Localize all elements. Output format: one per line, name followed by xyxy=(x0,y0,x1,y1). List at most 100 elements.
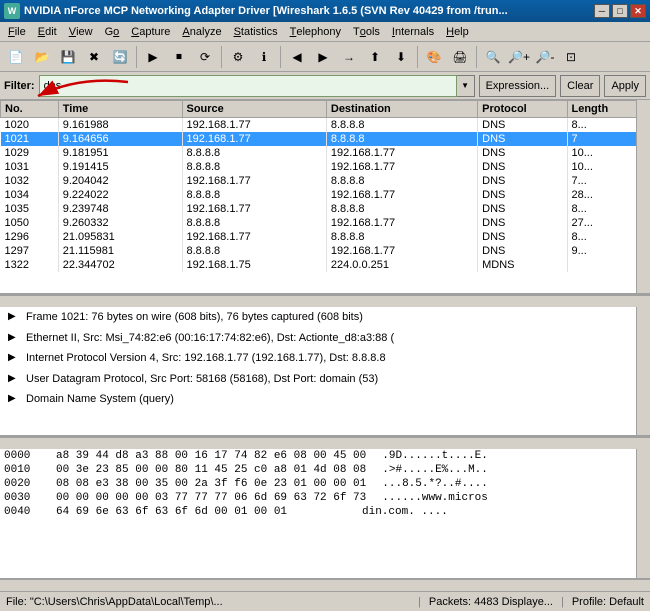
expand-icon[interactable]: ▶ xyxy=(8,391,20,406)
detail-text: Internet Protocol Version 4, Src: 192.16… xyxy=(26,350,386,367)
table-row[interactable]: 1031 9.191415 8.8.8.8 192.168.1.77 DNS 1… xyxy=(1,160,650,174)
cell-src: 192.168.1.77 xyxy=(182,118,326,133)
tb-restart-btn[interactable]: ⟳ xyxy=(193,45,217,69)
tb-zoom-normal[interactable]: ⊡ xyxy=(559,45,583,69)
table-row[interactable]: 1035 9.239748 192.168.1.77 8.8.8.8 DNS 8… xyxy=(1,202,650,216)
detail-row[interactable]: ▶Ethernet II, Src: Msi_74:82:e6 (00:16:1… xyxy=(0,328,650,349)
cell-proto: DNS xyxy=(478,174,567,188)
maximize-button[interactable]: □ xyxy=(612,4,628,18)
detail-hscroll[interactable] xyxy=(0,437,650,449)
col-header-proto[interactable]: Protocol xyxy=(478,101,567,118)
tb-info-btn[interactable]: ℹ xyxy=(252,45,276,69)
table-row[interactable]: 1034 9.224022 8.8.8.8 192.168.1.77 DNS 2… xyxy=(1,188,650,202)
detail-text: Frame 1021: 76 bytes on wire (608 bits),… xyxy=(26,309,363,326)
cell-no: 1322 xyxy=(1,258,59,272)
table-row[interactable]: 1050 9.260332 8.8.8.8 192.168.1.77 DNS 2… xyxy=(1,216,650,230)
minimize-button[interactable]: ─ xyxy=(594,4,610,18)
tb-reload-btn[interactable]: 🔄 xyxy=(108,45,132,69)
app-icon: W xyxy=(4,3,20,19)
filter-bar: Filter: ▼ Expression... Clear Apply xyxy=(0,72,650,100)
detail-row[interactable]: ▶ Frame 1021: 76 bytes on wire (608 bits)… xyxy=(0,307,650,328)
tb-sep5 xyxy=(476,46,477,68)
hex-bytes: 08 08 e3 38 00 35 00 2a 3f f6 0e 23 01 0… xyxy=(56,478,366,490)
hex-offset: 0020 xyxy=(4,478,40,490)
filter-label: Filter: xyxy=(4,80,35,92)
tb-start-btn[interactable]: ▶ xyxy=(141,45,165,69)
col-header-src[interactable]: Source xyxy=(182,101,326,118)
cell-dst: 192.168.1.77 xyxy=(326,244,477,258)
tb-new-btn[interactable]: 📄 xyxy=(4,45,28,69)
tb-close-btn[interactable]: ✖ xyxy=(82,45,106,69)
menu-capture[interactable]: Capture xyxy=(125,22,176,41)
cell-dst: 8.8.8.8 xyxy=(326,118,477,133)
table-row[interactable]: 1020 9.161988 192.168.1.77 8.8.8.8 DNS 8… xyxy=(1,118,650,133)
packet-list: No. Time Source Destination Protocol Len… xyxy=(0,100,650,295)
tb-zoomout-btn[interactable]: 🔎- xyxy=(533,45,557,69)
table-row[interactable]: 1296 21.095831 192.168.1.77 8.8.8.8 DNS … xyxy=(1,230,650,244)
detail-scrollbar[interactable] xyxy=(636,307,650,435)
tb-goto-btn[interactable]: → xyxy=(337,45,361,69)
col-header-time[interactable]: Time xyxy=(58,101,182,118)
expression-button[interactable]: Expression... xyxy=(479,75,557,97)
menu-tools[interactable]: Tools xyxy=(347,22,386,41)
filter-input[interactable] xyxy=(39,75,457,97)
menu-view[interactable]: View xyxy=(63,22,99,41)
apply-button[interactable]: Apply xyxy=(604,75,646,97)
tb-save-btn[interactable]: 💾 xyxy=(56,45,80,69)
menu-help[interactable]: Help xyxy=(440,22,475,41)
hex-offset: 0040 xyxy=(4,506,40,518)
tb-back-btn[interactable]: ◀ xyxy=(285,45,309,69)
cell-proto: DNS xyxy=(478,230,567,244)
detail-row[interactable]: ▶ Internet Protocol Version 4, Src: 192.1… xyxy=(0,348,650,369)
tb-fwd-btn[interactable]: ▶ xyxy=(311,45,335,69)
menu-file[interactable]: File xyxy=(2,22,32,41)
tb-search-btn[interactable]: 🔍 xyxy=(481,45,505,69)
menu-edit[interactable]: Edit xyxy=(32,22,63,41)
packet-list-hscroll[interactable] xyxy=(0,295,650,307)
detail-row[interactable]: ▶Domain Name System (query) xyxy=(0,389,650,410)
menu-telephony[interactable]: Telephony xyxy=(284,22,347,41)
tb-open-btn[interactable]: 📂 xyxy=(30,45,54,69)
expand-icon[interactable]: ▶ xyxy=(8,350,20,365)
table-row[interactable]: 1297 21.115981 8.8.8.8 192.168.1.77 DNS … xyxy=(1,244,650,258)
table-row[interactable]: 1029 9.181951 8.8.8.8 192.168.1.77 DNS 1… xyxy=(1,146,650,160)
table-row[interactable]: 1322 22.344702 192.168.1.75 224.0.0.251 … xyxy=(1,258,650,272)
filter-dropdown-btn[interactable]: ▼ xyxy=(457,75,475,97)
expand-icon[interactable]: ▶ xyxy=(8,371,20,386)
menu-statistics[interactable]: Statistics xyxy=(228,22,284,41)
table-row[interactable]: 1021 9.164656 192.168.1.77 8.8.8.8 DNS 7 xyxy=(1,132,650,146)
cell-dst: 192.168.1.77 xyxy=(326,188,477,202)
filter-input-wrapper: ▼ xyxy=(39,75,475,97)
menu-analyze[interactable]: Analyze xyxy=(176,22,227,41)
cell-src: 8.8.8.8 xyxy=(182,244,326,258)
hex-hscroll[interactable] xyxy=(0,579,650,591)
table-row[interactable]: 1032 9.204042 192.168.1.77 8.8.8.8 DNS 7… xyxy=(1,174,650,188)
cell-no: 1020 xyxy=(1,118,59,133)
col-header-no[interactable]: No. xyxy=(1,101,59,118)
tb-stop-btn[interactable]: ⏹ xyxy=(167,45,191,69)
cell-no: 1050 xyxy=(1,216,59,230)
tb-bottom-btn[interactable]: ⬇ xyxy=(389,45,413,69)
clear-button[interactable]: Clear xyxy=(560,75,600,97)
hex-row: 0020 08 08 e3 38 00 35 00 2a 3f f6 0e 23… xyxy=(0,477,650,491)
packet-list-scrollbar[interactable] xyxy=(636,100,650,293)
tb-sep3 xyxy=(280,46,281,68)
cell-src: 192.168.1.77 xyxy=(182,230,326,244)
tb-zoomin-btn[interactable]: 🔎+ xyxy=(507,45,531,69)
cell-no: 1035 xyxy=(1,202,59,216)
expand-icon[interactable]: ▶ xyxy=(8,330,20,345)
cell-proto: DNS xyxy=(478,118,567,133)
menu-internals[interactable]: Internals xyxy=(386,22,440,41)
tb-options-btn[interactable]: ⚙ xyxy=(226,45,250,69)
hex-offset: 0000 xyxy=(4,450,40,462)
menu-go[interactable]: Go xyxy=(99,22,126,41)
close-button[interactable]: ✕ xyxy=(630,4,646,18)
tb-coloring-btn[interactable]: 🎨 xyxy=(422,45,446,69)
tb-top-btn[interactable]: ⬆ xyxy=(363,45,387,69)
tb-print-btn[interactable]: 🖨 xyxy=(448,45,472,69)
expand-icon[interactable]: ▶ xyxy=(8,309,20,324)
detail-row[interactable]: ▶User Datagram Protocol, Src Port: 58168… xyxy=(0,369,650,390)
status-div1: | xyxy=(418,596,421,608)
hex-scrollbar[interactable] xyxy=(636,449,650,578)
col-header-dst[interactable]: Destination xyxy=(326,101,477,118)
